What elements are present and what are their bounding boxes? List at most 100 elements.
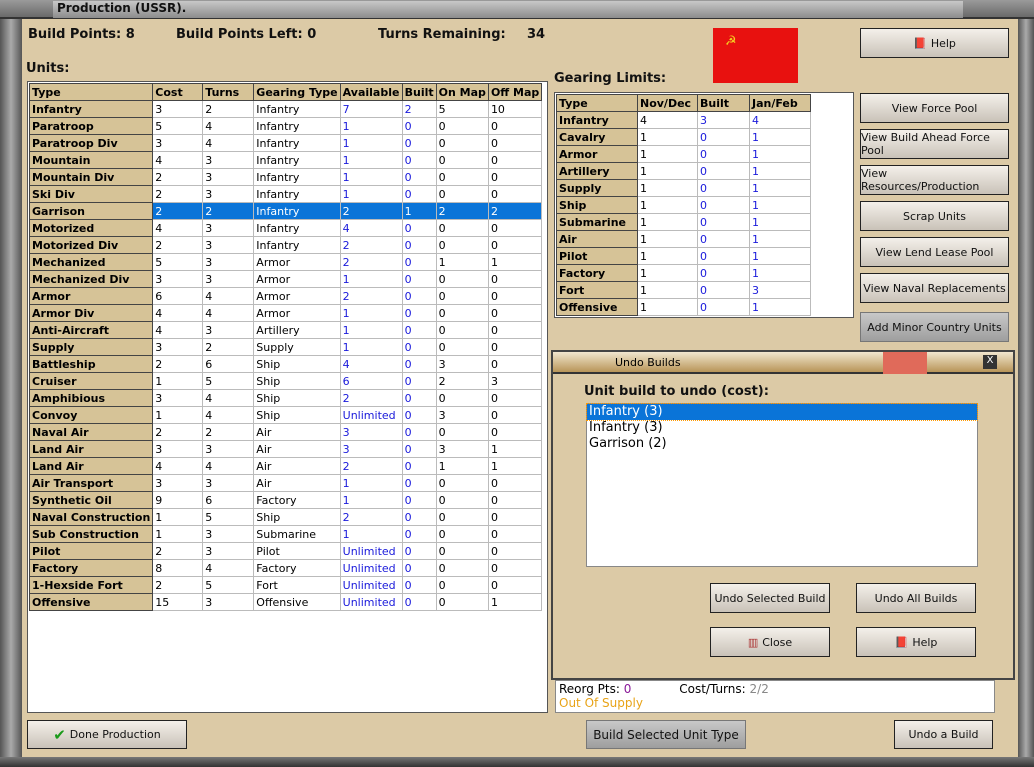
unit-type-cell: Pilot: [28, 542, 154, 560]
table-row[interactable]: Garrison 2 2 Infantry 2 1 2 2: [28, 202, 543, 220]
help-button[interactable]: 📕 Help: [860, 28, 1009, 58]
table-row[interactable]: Mountain Div 2 3 Infantry 1 0 0 0: [28, 168, 543, 186]
table-row: Offensive 1 0 1: [556, 298, 811, 316]
unit-type-cell: Motorized Div: [28, 236, 154, 254]
column-header[interactable]: Gearing Type: [253, 83, 341, 101]
column-header[interactable]: Turns: [202, 83, 255, 101]
dialog-help-button[interactable]: 📕 Help: [856, 627, 976, 657]
units-label: Units:: [26, 61, 70, 76]
table-row[interactable]: Amphibious 3 4 Ship 2 0 0 0: [28, 389, 543, 407]
list-item[interactable]: Infantry (3): [587, 420, 977, 436]
table-row[interactable]: Armor Div 4 4 Armor 1 0 0 0: [28, 304, 543, 322]
done-production-button[interactable]: ✔ Done Production: [27, 720, 187, 749]
table-cell: 0: [435, 134, 489, 152]
table-row[interactable]: Paratroop Div 3 4 Infantry 1 0 0 0: [28, 134, 543, 152]
column-header[interactable]: Off Map: [487, 83, 543, 101]
table-row[interactable]: Land Air 4 4 Air 2 0 1 1: [28, 457, 543, 475]
table-cell: 2: [339, 457, 403, 475]
table-row[interactable]: Pilot 2 3 Pilot Unlimited 0 0 0: [28, 542, 543, 560]
view-force-pool-button[interactable]: View Force Pool: [860, 93, 1009, 123]
table-cell: Armor: [253, 304, 341, 322]
table-row[interactable]: Naval Air 2 2 Air 3 0 0 0: [28, 423, 543, 441]
table-cell: 0: [401, 372, 437, 390]
table-cell: 0: [697, 247, 750, 265]
table-cell: 1: [152, 508, 204, 526]
add-minor-country-button[interactable]: Add Minor Country Units: [860, 312, 1009, 342]
table-row[interactable]: Factory 8 4 Factory Unlimited 0 0 0: [28, 559, 543, 577]
table-row[interactable]: Infantry 3 2 Infantry 7 2 5 10: [28, 100, 543, 118]
table-row[interactable]: Sub Construction 1 3 Submarine 1 0 0 0: [28, 525, 543, 543]
view-lend-lease-button[interactable]: View Lend Lease Pool: [860, 237, 1009, 267]
table-row[interactable]: Naval Construction 1 5 Ship 2 0 0 0: [28, 508, 543, 526]
table-row[interactable]: Convoy 1 4 Ship Unlimited 0 3 0: [28, 406, 543, 424]
table-row[interactable]: Anti-Aircraft 4 3 Artillery 1 0 0 0: [28, 321, 543, 339]
table-cell: 0: [697, 128, 750, 146]
table-cell: Infantry: [253, 100, 341, 118]
reorg-value: 0: [623, 682, 632, 696]
scrap-units-button[interactable]: Scrap Units: [860, 201, 1009, 231]
view-build-ahead-button[interactable]: View Build Ahead Force Pool: [860, 129, 1009, 159]
column-header[interactable]: On Map: [435, 83, 489, 101]
table-cell: 0: [697, 179, 750, 197]
table-cell: 1: [749, 179, 811, 197]
table-row[interactable]: 1-Hexside Fort 2 5 Fort Unlimited 0 0 0: [28, 576, 543, 594]
view-resources-button[interactable]: View Resources/Production: [860, 165, 1009, 195]
table-row[interactable]: Motorized Div 2 3 Infantry 2 0 0 0: [28, 236, 543, 254]
table-row: Factory 1 0 1: [556, 264, 811, 282]
column-header[interactable]: Built: [401, 83, 437, 101]
undo-build-list[interactable]: Infantry (3) Infantry (3) Garrison (2): [586, 403, 978, 567]
column-header[interactable]: Type: [28, 83, 154, 101]
undo-dialog-titlebar[interactable]: Undo Builds X: [553, 352, 1013, 374]
build-points: Build Points: 8: [28, 27, 135, 42]
table-cell: 0: [401, 406, 437, 424]
table-cell: Infantry: [253, 202, 341, 220]
table-row[interactable]: Motorized 4 3 Infantry 4 0 0 0: [28, 219, 543, 237]
close-button[interactable]: ▥ Close: [710, 627, 830, 657]
unit-type-cell: Mechanized Div: [28, 270, 154, 288]
close-icon[interactable]: X: [983, 355, 997, 369]
title-bar[interactable]: Production (USSR).: [0, 0, 1034, 19]
table-cell: Infantry: [253, 219, 341, 237]
table-cell: 4: [202, 389, 255, 407]
column-header[interactable]: Cost: [152, 83, 204, 101]
table-row[interactable]: Supply 3 2 Supply 1 0 0 0: [28, 338, 543, 356]
table-cell: 0: [487, 287, 543, 305]
table-row[interactable]: Land Air 3 3 Air 3 0 3 1: [28, 440, 543, 458]
table-row[interactable]: Ski Div 2 3 Infantry 1 0 0 0: [28, 185, 543, 203]
table-row[interactable]: Battleship 2 6 Ship 4 0 3 0: [28, 355, 543, 373]
table-row[interactable]: Synthetic Oil 9 6 Factory 1 0 0 0: [28, 491, 543, 509]
table-row[interactable]: Mechanized 5 3 Armor 2 0 1 1: [28, 253, 543, 271]
view-naval-replacements-button[interactable]: View Naval Replacements: [860, 273, 1009, 303]
table-row[interactable]: Armor 6 4 Armor 2 0 0 0: [28, 287, 543, 305]
undo-a-build-button[interactable]: Undo a Build: [894, 720, 993, 749]
list-item[interactable]: Garrison (2): [587, 436, 977, 452]
table-cell: 0: [401, 270, 437, 288]
table-row[interactable]: Offensive 15 3 Offensive Unlimited 0 0 1: [28, 593, 543, 611]
table-row[interactable]: Mechanized Div 3 3 Armor 1 0 0 0: [28, 270, 543, 288]
table-cell: 0: [697, 196, 750, 214]
table-cell: 0: [401, 321, 437, 339]
undo-list-label: Unit build to undo (cost):: [584, 384, 769, 399]
table-row[interactable]: Air Transport 3 3 Air 1 0 0 0: [28, 474, 543, 492]
table-cell: 1: [435, 253, 489, 271]
table-cell: 0: [435, 151, 489, 169]
table-row[interactable]: Cruiser 1 5 Ship 6 0 2 3: [28, 372, 543, 390]
unit-type-cell: Infantry: [28, 100, 154, 118]
list-item[interactable]: Infantry (3): [586, 403, 978, 421]
table-row[interactable]: Paratroop 5 4 Infantry 1 0 0 0: [28, 117, 543, 135]
table-cell: 0: [435, 491, 489, 509]
table-cell: Unlimited: [339, 542, 403, 560]
build-selected-unit-button[interactable]: Build Selected Unit Type: [586, 720, 746, 749]
table-cell: 3: [435, 406, 489, 424]
table-cell: 2: [339, 287, 403, 305]
table-cell: 0: [697, 162, 750, 180]
table-cell: 0: [401, 474, 437, 492]
table-row[interactable]: Mountain 4 3 Infantry 1 0 0 0: [28, 151, 543, 169]
column-header[interactable]: Available: [339, 83, 403, 101]
table-cell: 5: [152, 253, 204, 271]
undo-all-builds-button[interactable]: Undo All Builds: [856, 583, 976, 613]
table-cell: 0: [435, 321, 489, 339]
table-cell: 0: [401, 168, 437, 186]
undo-selected-build-button[interactable]: Undo Selected Build: [710, 583, 830, 613]
unit-type-cell: Ski Div: [28, 185, 154, 203]
